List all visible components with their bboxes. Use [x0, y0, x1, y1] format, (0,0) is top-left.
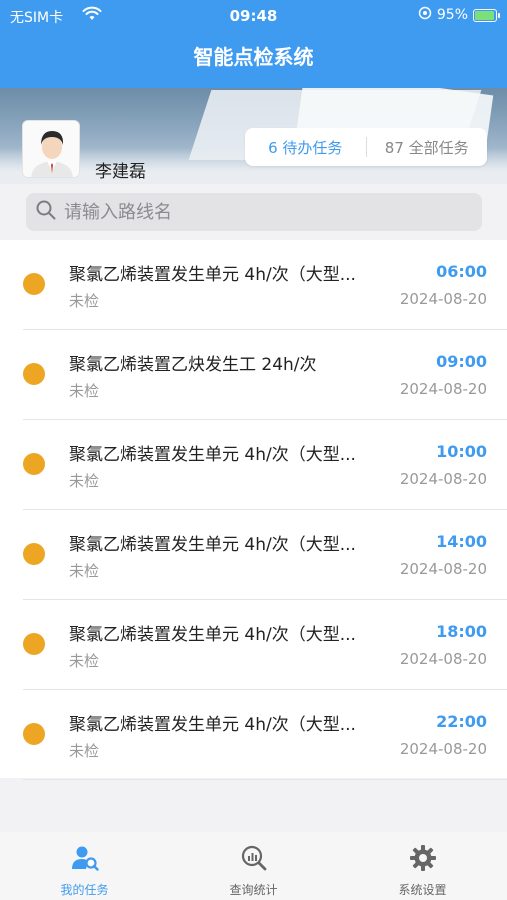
pending-count: 6: [268, 138, 278, 157]
status-dot-icon: [23, 723, 45, 745]
task-date: 2024-08-20: [399, 470, 487, 488]
tab-label: 我的任务: [60, 883, 109, 897]
task-title: 聚氯乙烯装置发生单元 4h/次（大型...: [69, 265, 356, 285]
task-summary-card: 6 待办任务 87 全部任务: [245, 128, 487, 166]
task-status: 未检: [69, 562, 100, 580]
task-status: 未检: [69, 472, 100, 490]
status-dot-icon: [23, 543, 45, 565]
task-time: 06:00: [436, 262, 487, 281]
search-icon: [36, 200, 56, 224]
task-status: 未检: [69, 652, 100, 670]
gear-icon: [409, 844, 437, 876]
all-tasks-button[interactable]: 87 全部任务: [367, 137, 488, 158]
task-time: 10:00: [436, 442, 487, 461]
task-status: 未检: [69, 292, 100, 310]
pending-tasks-button[interactable]: 6 待办任务: [245, 137, 366, 158]
task-time: 22:00: [436, 712, 487, 731]
task-row[interactable]: 聚氯乙烯装置发生单元 4h/次（大型... 未检 14:00 2024-08-2…: [0, 510, 507, 600]
tab-label: 查询统计: [229, 883, 278, 897]
status-dot-icon: [23, 363, 45, 385]
task-title: 聚氯乙烯装置发生单元 4h/次（大型...: [69, 445, 356, 465]
search-bar[interactable]: [26, 193, 482, 231]
task-date: 2024-08-20: [399, 380, 487, 398]
task-date: 2024-08-20: [399, 740, 487, 758]
status-dot-icon: [23, 453, 45, 475]
task-title: 聚氯乙烯装置发生单元 4h/次（大型...: [69, 625, 356, 645]
pending-label: 待办任务: [282, 138, 343, 157]
tab-bar: 我的任务 查询统计 系统设置: [0, 832, 507, 900]
battery-icon: [473, 8, 500, 22]
status-dot-icon: [23, 633, 45, 655]
task-date: 2024-08-20: [399, 290, 487, 308]
task-row[interactable]: 聚氯乙烯装置发生单元 4h/次（大型... 未检 06:00 2024-08-2…: [0, 240, 507, 330]
tab-query-stats[interactable]: 查询统计: [169, 832, 338, 900]
route-search-input[interactable]: [64, 201, 464, 223]
search-stats-icon: [240, 844, 268, 876]
task-row[interactable]: 聚氯乙烯装置发生单元 4h/次（大型... 未检 18:00 2024-08-2…: [0, 600, 507, 690]
all-count: 87: [384, 138, 404, 157]
task-row[interactable]: 聚氯乙烯装置发生单元 4h/次（大型... 未检 10:00 2024-08-2…: [0, 420, 507, 510]
all-label: 全部任务: [408, 138, 469, 157]
row-divider: [23, 779, 507, 780]
tab-label: 系统设置: [398, 883, 447, 897]
task-title: 聚氯乙烯装置发生单元 4h/次（大型...: [69, 535, 356, 555]
task-title: 聚氯乙烯装置乙炔发生工 24h/次: [69, 355, 317, 375]
user-task-icon: [71, 844, 99, 876]
task-list: 聚氯乙烯装置发生单元 4h/次（大型... 未检 06:00 2024-08-2…: [0, 240, 507, 780]
user-name: 李建磊: [95, 162, 146, 182]
task-title: 聚氯乙烯装置发生单元 4h/次（大型...: [69, 715, 356, 735]
task-status: 未检: [69, 382, 100, 400]
task-status: 未检: [69, 742, 100, 760]
task-date: 2024-08-20: [399, 560, 487, 578]
status-bar: 无SIM卡 09:48 95%: [0, 0, 507, 34]
task-row[interactable]: 聚氯乙烯装置发生单元 4h/次（大型... 未检 22:00 2024-08-2…: [0, 690, 507, 780]
task-row[interactable]: 聚氯乙烯装置乙炔发生工 24h/次 未检 09:00 2024-08-20: [0, 330, 507, 420]
status-dot-icon: [23, 273, 45, 295]
orientation-lock-icon: [418, 6, 432, 24]
task-date: 2024-08-20: [399, 650, 487, 668]
task-time: 09:00: [436, 352, 487, 371]
tab-my-tasks[interactable]: 我的任务: [0, 832, 169, 900]
page-title: 智能点检系统: [0, 34, 507, 88]
task-time: 14:00: [436, 532, 487, 551]
avatar[interactable]: [22, 120, 80, 178]
tab-system-settings[interactable]: 系统设置: [338, 832, 507, 900]
battery-percent: 95%: [436, 7, 468, 23]
task-time: 18:00: [436, 622, 487, 641]
